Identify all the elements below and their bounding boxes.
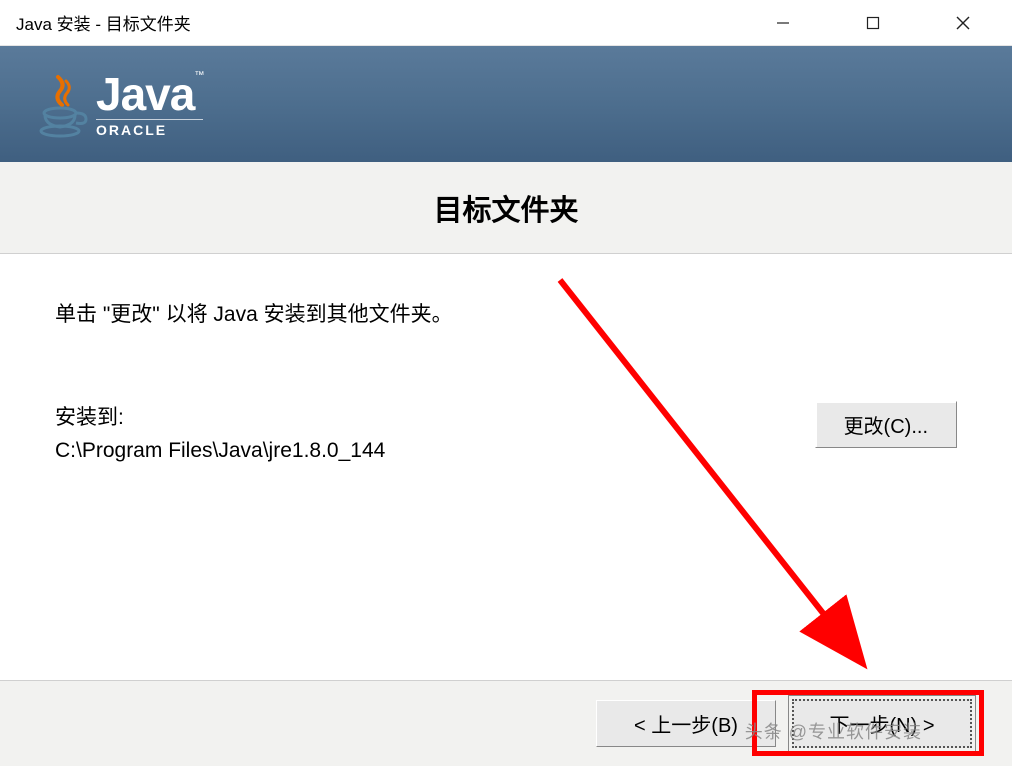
- close-button[interactable]: [918, 0, 1008, 45]
- window-title: Java 安装 - 目标文件夹: [16, 10, 738, 35]
- back-button[interactable]: < 上一步(B): [596, 700, 776, 747]
- coffee-cup-icon: [38, 69, 88, 139]
- instruction-text: 单击 "更改" 以将 Java 安装到其他文件夹。: [55, 299, 957, 331]
- close-icon: [955, 15, 971, 31]
- banner: Java™ ORACLE: [0, 46, 1012, 162]
- minimize-button[interactable]: [738, 0, 828, 45]
- next-button[interactable]: 下一步(N) >: [792, 699, 972, 748]
- install-path: C:\Program Files\Java\jre1.8.0_144: [55, 434, 385, 468]
- logo-oracle-text: ORACLE: [96, 119, 203, 138]
- footer: < 上一步(B) 下一步(N) >: [0, 680, 1012, 766]
- install-info: 安装到: C:\Program Files\Java\jre1.8.0_144: [55, 401, 385, 468]
- page-heading: 目标文件夹: [433, 187, 578, 229]
- titlebar: Java 安装 - 目标文件夹: [0, 0, 1012, 46]
- logo-java-text: Java™: [96, 71, 203, 117]
- java-logo: Java™ ORACLE: [38, 69, 203, 139]
- heading-area: 目标文件夹: [0, 162, 1012, 254]
- maximize-icon: [866, 16, 880, 30]
- content-area: 单击 "更改" 以将 Java 安装到其他文件夹。 安装到: C:\Progra…: [0, 254, 1012, 674]
- maximize-button[interactable]: [828, 0, 918, 45]
- change-button[interactable]: 更改(C)...: [815, 401, 957, 448]
- minimize-icon: [776, 16, 790, 30]
- install-label: 安装到:: [55, 401, 385, 435]
- logo-text: Java™ ORACLE: [96, 71, 203, 138]
- window-controls: [738, 0, 1008, 45]
- install-block: 安装到: C:\Program Files\Java\jre1.8.0_144 …: [55, 401, 957, 468]
